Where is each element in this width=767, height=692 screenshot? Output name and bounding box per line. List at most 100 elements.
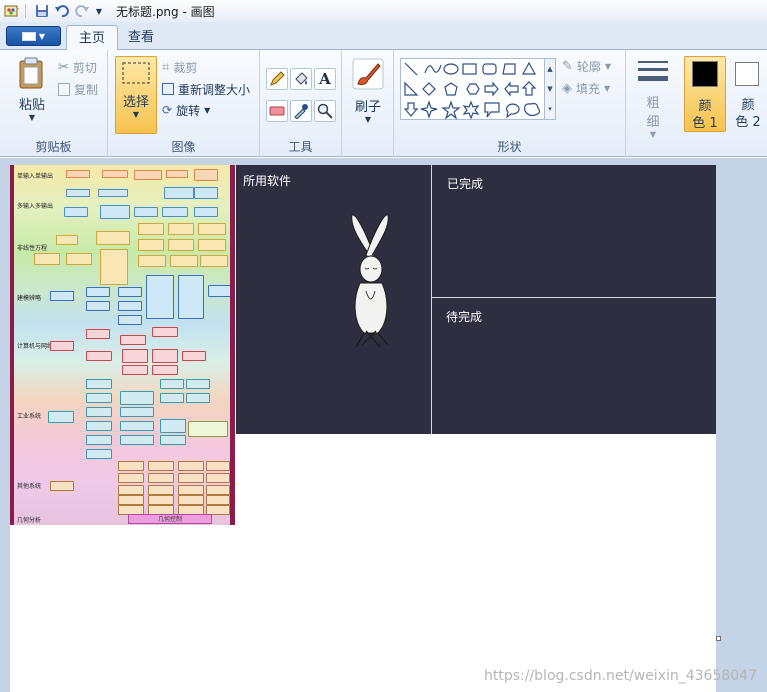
divider-vertical <box>431 165 432 434</box>
chevron-down-icon: ▼ <box>604 61 612 71</box>
mm-section: 建模辨略 <box>17 295 42 302</box>
paint-app-icon[interactable] <box>3 2 21 20</box>
chevron-down-icon: ▼ <box>28 113 36 122</box>
undo-icon[interactable] <box>52 2 72 20</box>
diamond-shape-icon <box>422 82 436 96</box>
text-tool-icon[interactable]: A <box>314 68 336 90</box>
divider-horizontal <box>432 297 716 298</box>
clipboard-group: 粘贴 ▼ ✂ 剪切 复制 剪贴板 <box>0 50 108 157</box>
four-point-star-shape-icon <box>420 100 438 119</box>
eraser-icon[interactable] <box>266 100 288 122</box>
shapes-gallery-scroll[interactable]: ▲ ▼ ▾ <box>544 58 556 120</box>
selection-rectangle-icon <box>122 62 150 84</box>
crop-label: 裁剪 <box>173 60 198 75</box>
copy-button[interactable]: 复制 <box>58 79 98 99</box>
size-group: 粗 细 ▼ <box>626 50 680 157</box>
rotate-label: 旋转 <box>176 103 201 118</box>
fill-label: 填充 <box>576 81 601 96</box>
rotate-button[interactable]: ⟳ 旋转 ▼ <box>162 100 210 120</box>
app-menu-button[interactable]: ▼ <box>6 26 61 46</box>
brush-icon <box>352 58 384 90</box>
menu-icon <box>21 31 36 41</box>
mindmap-footer: 几何控制 <box>128 514 212 524</box>
canvas-workspace: 单输入单输出 多输入多输出 非线性方程 建模辨略 计算机与网络 工业系统 其他系… <box>0 158 767 692</box>
color1-label-b: 色 1 <box>692 116 718 131</box>
size-button[interactable]: 粗 细 ▼ <box>634 58 672 139</box>
select-button[interactable]: 选择 ▼ <box>115 56 157 134</box>
ribbon-tabs: ▼ 主页 查看 <box>0 22 767 51</box>
mm-section: 几何分析 <box>17 517 42 524</box>
fill-bucket-icon[interactable] <box>290 68 312 90</box>
image-group-label: 图像 <box>171 140 196 154</box>
mindmap-image: 单输入单输出 多输入多输出 非线性方程 建模辨略 计算机与网络 工业系统 其他系… <box>10 165 235 525</box>
line-shape-icon <box>404 62 418 76</box>
color1-button[interactable]: 颜 色 1 <box>684 56 726 132</box>
chevron-down-icon: ▼ <box>649 130 657 139</box>
select-label: 选择 <box>122 95 149 110</box>
cut-label: 剪切 <box>72 60 97 75</box>
tools-group: A 工具 <box>260 50 342 157</box>
chevron-down-icon: ▼ <box>604 83 611 93</box>
fill-bucket-icon: ◈ <box>562 80 572 96</box>
scroll-down-icon[interactable]: ▼ <box>547 85 552 93</box>
copy-icon <box>58 82 70 96</box>
chevron-down-icon: ▼ <box>204 105 211 115</box>
separator <box>25 4 26 18</box>
five-point-star-shape-icon <box>441 100 461 120</box>
outline-button[interactable]: ✎ 轮廓 ▼ <box>562 56 611 76</box>
curve-shape-icon <box>424 64 442 74</box>
chevron-down-icon: ▼ <box>364 115 372 124</box>
tab-view[interactable]: 查看 <box>116 25 166 51</box>
image-group: 选择 ▼ ⌗ 裁剪 重新调整大小 ⟳ 旋转 ▼ 图像 <box>108 50 260 157</box>
rabbit-illustration <box>351 214 389 348</box>
window-title: 无标题.png - 画图 <box>116 4 215 19</box>
cut-button[interactable]: ✂ 剪切 <box>58 57 97 77</box>
resize-button[interactable]: 重新调整大小 <box>162 79 250 99</box>
paste-button[interactable]: 粘贴 ▼ <box>10 56 54 122</box>
magnifier-icon[interactable] <box>314 100 336 122</box>
outline-pencil-icon: ✎ <box>562 58 573 74</box>
mm-section: 工业系统 <box>17 413 42 420</box>
resize-icon <box>162 83 174 95</box>
tab-home[interactable]: 主页 <box>66 25 119 51</box>
title-bar: ▼ 无标题.png - 画图 <box>0 0 767 22</box>
fill-button[interactable]: ◈ 填充 ▼ <box>562 78 610 98</box>
redo-icon[interactable] <box>72 2 92 20</box>
scroll-up-icon[interactable]: ▲ <box>547 65 552 73</box>
rotate-icon: ⟳ <box>162 103 173 117</box>
shapes-gallery[interactable] <box>400 58 545 120</box>
mm-section: 非线性方程 <box>17 245 48 252</box>
ribbon: 粘贴 ▼ ✂ 剪切 复制 剪贴板 选择 ▼ ⌗ 裁剪 重新调整大小 ⟳ 旋转 ▼… <box>0 50 767 157</box>
resize-label: 重新调整大小 <box>178 82 251 97</box>
pentagon-shape-icon <box>444 82 458 96</box>
down-arrow-shape-icon <box>403 102 419 117</box>
drawing-canvas[interactable]: 单输入单输出 多输入多输出 非线性方程 建模辨略 计算机与网络 工业系统 其他系… <box>10 165 716 692</box>
color2-swatch <box>735 62 759 86</box>
pencil-icon[interactable] <box>266 68 288 90</box>
outline-label: 轮廓 <box>576 59 601 74</box>
mm-section: 单输入单输出 <box>17 173 54 180</box>
oval-shape-icon <box>443 63 459 75</box>
oval-callout-shape-icon <box>505 103 520 119</box>
rect-callout-shape-icon <box>484 102 500 118</box>
watermark: https://blog.csdn.net/weixin_43658047 <box>483 668 757 684</box>
brush-button[interactable]: 刷子 ▼ <box>348 58 388 124</box>
paste-label: 粘贴 <box>18 98 45 113</box>
save-icon[interactable] <box>32 2 52 20</box>
left-arrow-shape-icon <box>504 81 519 97</box>
color1-swatch <box>692 61 718 87</box>
size-label-thick: 粗 <box>646 96 660 111</box>
color-picker-icon[interactable] <box>290 100 312 122</box>
expand-gallery-icon[interactable]: ▾ <box>548 105 552 113</box>
canvas-resize-handle[interactable] <box>716 636 721 641</box>
crop-button[interactable]: ⌗ 裁剪 <box>162 57 197 77</box>
shape-icons <box>403 61 541 120</box>
shapes-group-label: 形状 <box>497 140 522 154</box>
customize-quick-access-chevron-down-icon[interactable]: ▼ <box>92 2 106 20</box>
clipboard-group-label: 剪贴板 <box>35 140 72 154</box>
hexagon-shape-icon <box>466 83 480 95</box>
brush-group: 刷子 ▼ <box>342 50 394 157</box>
color2-button[interactable]: 颜 色 2 <box>730 56 766 132</box>
rounded-rectangle-shape-icon <box>482 63 497 75</box>
crop-icon: ⌗ <box>162 59 170 75</box>
